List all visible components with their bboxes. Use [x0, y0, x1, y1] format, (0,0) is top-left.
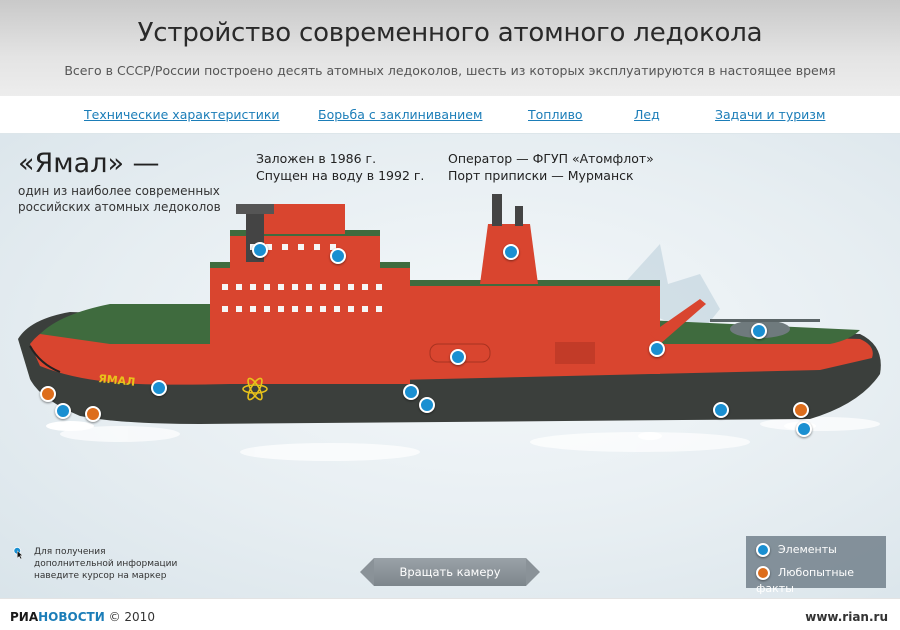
- legend-facts: Любопытные факты: [756, 565, 886, 595]
- rotate-right-arrow-icon[interactable]: [526, 558, 540, 586]
- brand-part2: НОВОСТИ: [38, 610, 105, 624]
- laid-down-text: Заложен в 1986 г.: [256, 151, 377, 166]
- launched-text: Спущен на воду в 1992 г.: [256, 168, 425, 183]
- legend: Элементы Любопытные факты: [746, 536, 886, 595]
- legend-elements: Элементы: [756, 542, 837, 558]
- cursor-marker-icon: [13, 547, 24, 559]
- element-marker[interactable]: [419, 397, 435, 413]
- element-marker[interactable]: [151, 380, 167, 396]
- site-link[interactable]: www.rian.ru: [805, 610, 888, 624]
- home-port-text: Порт приписки — Мурманск: [448, 168, 634, 183]
- element-marker[interactable]: [649, 341, 665, 357]
- hint-text: Для получения дополнительной информации …: [34, 547, 178, 581]
- ship-dates: Заложен в 1986 г. Спущен на воду в 1992 …: [256, 150, 424, 184]
- element-marker[interactable]: [450, 349, 466, 365]
- footer: РИАНОВОСТИ © 2010 www.rian.ru: [0, 598, 900, 630]
- element-marker[interactable]: [503, 244, 519, 260]
- ship-description: один из наиболее современных российских …: [18, 184, 221, 214]
- nav-link-tasks-tourism[interactable]: Задачи и туризм: [715, 107, 825, 122]
- header: Устройство современного атомного ледокол…: [0, 0, 900, 96]
- page-title: Устройство современного атомного ледокол…: [137, 18, 763, 48]
- operator-text: Оператор — ФГУП «Атомфлот»: [448, 151, 654, 166]
- ship-name: «Ямал» —: [18, 148, 160, 179]
- element-marker[interactable]: [751, 323, 767, 339]
- nav-link-ice[interactable]: Лед: [634, 107, 660, 122]
- element-marker[interactable]: [330, 248, 346, 264]
- nav-bar: Технические характеристики Борьба с закл…: [0, 96, 900, 134]
- page-subtitle: Всего в СССР/России построено десять ато…: [64, 63, 836, 78]
- ship-stage: ЯМАЛ «Ямал» — один из наиболее современн…: [0, 134, 900, 598]
- rotate-left-arrow-icon[interactable]: [360, 558, 374, 586]
- copyright: © 2010: [108, 610, 155, 624]
- fact-legend-icon: [756, 566, 770, 580]
- nav-link-jamming[interactable]: Борьба с заклиниванием: [318, 107, 482, 122]
- brand-logo[interactable]: РИАНОВОСТИ © 2010: [10, 610, 155, 624]
- element-marker[interactable]: [796, 421, 812, 437]
- element-marker[interactable]: [252, 242, 268, 258]
- element-legend-icon: [756, 543, 770, 557]
- legend-elements-label: Элементы: [778, 543, 837, 556]
- element-marker[interactable]: [713, 402, 729, 418]
- element-marker[interactable]: [403, 384, 419, 400]
- element-marker[interactable]: [55, 403, 71, 419]
- ship-operator: Оператор — ФГУП «Атомфлот» Порт приписки…: [448, 150, 654, 184]
- rotate-camera-control: Вращать камеру: [360, 558, 540, 586]
- rotate-camera-button[interactable]: Вращать камеру: [374, 558, 526, 586]
- hint: Для получения дополнительной информации …: [12, 546, 182, 582]
- fact-marker[interactable]: [793, 402, 809, 418]
- brand-part1: РИА: [10, 610, 39, 624]
- fact-marker[interactable]: [40, 386, 56, 402]
- nav-link-fuel[interactable]: Топливо: [528, 107, 583, 122]
- fact-marker[interactable]: [85, 406, 101, 422]
- nav-link-specs[interactable]: Технические характеристики: [84, 107, 280, 122]
